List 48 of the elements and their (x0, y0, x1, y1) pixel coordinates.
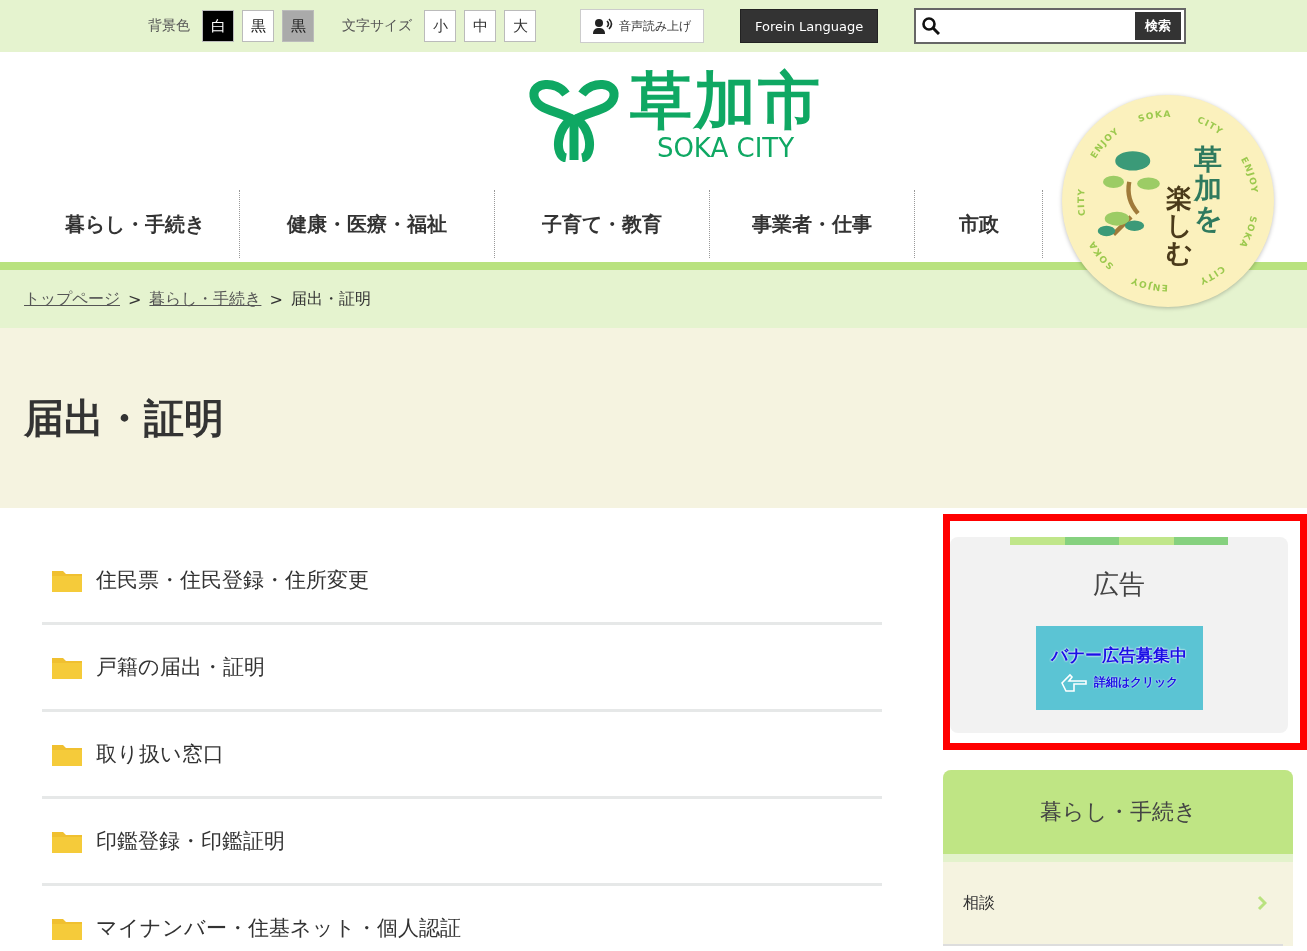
badge-title: 草加を (1194, 145, 1222, 237)
category-link[interactable]: 住民票・住民登録・住所変更 (42, 538, 882, 625)
search-field[interactable]: 検索 (914, 8, 1187, 44)
banner-subtext: 詳細はクリック (1094, 674, 1178, 691)
category-link[interactable]: 戸籍の届出・証明 (42, 625, 882, 712)
breadcrumb-separator: > (128, 289, 142, 309)
badge-title: 楽しむ (1166, 185, 1192, 267)
search-button[interactable]: 検索 (1135, 12, 1182, 40)
nav-link[interactable]: 事業者・仕事 (710, 190, 915, 258)
folder-icon (52, 916, 82, 940)
side-menu-link[interactable]: 相談 (943, 862, 1283, 946)
background-color-button[interactable]: 黒 (242, 10, 274, 42)
ad-banner[interactable]: バナー広告募集中 詳細はクリック (1035, 626, 1203, 710)
font-size-button[interactable]: 中 (464, 10, 496, 42)
logo-title: 草加市 (629, 70, 822, 132)
nav-link[interactable]: 市政 (915, 190, 1043, 258)
breadcrumb-link[interactable]: 暮らし・手続き (149, 288, 262, 310)
read-aloud-button[interactable]: 音声読み上げ (580, 9, 704, 43)
background-color-button[interactable]: 黒 (282, 10, 314, 42)
page-title: 届出・証明 (24, 393, 224, 443)
ad-title: 広告 (1093, 568, 1145, 601)
folder-icon (52, 655, 82, 679)
font-size-label: 文字サイズ (342, 17, 412, 35)
badge-ring-word: SOKA (1136, 109, 1172, 124)
breadcrumb-link[interactable]: トップページ (24, 288, 120, 310)
folder-icon (52, 568, 82, 592)
folder-icon (52, 742, 82, 766)
font-size-button[interactable]: 小 (424, 10, 456, 42)
background-color-label: 背景色 (148, 17, 190, 35)
nav-link[interactable]: 子育て・教育 (495, 190, 710, 258)
nav-link[interactable]: 健康・医療・福祉 (240, 190, 495, 258)
side-menu-title: 暮らし・手続き (943, 770, 1293, 862)
category-link[interactable]: マイナンバー・住基ネット・個人認証 (42, 886, 882, 951)
logo-subtitle: SOKA CITY (656, 134, 795, 163)
category-link[interactable]: 印鑑登録・印鑑証明 (42, 799, 882, 886)
chevron-right-icon (1257, 895, 1267, 911)
folder-icon (52, 829, 82, 853)
breadcrumb-separator: > (269, 289, 283, 309)
background-color-button[interactable]: 白 (202, 10, 234, 42)
badge-ring-word: ENJOY (1129, 275, 1169, 294)
banner-headline: バナー広告募集中 (1051, 643, 1187, 667)
search-icon (922, 17, 941, 35)
font-size-button[interactable]: 大 (504, 10, 536, 42)
speaker-person-icon (593, 18, 613, 34)
nav-link[interactable]: 暮らし・手続き (30, 190, 240, 258)
language-button[interactable]: Forein Language (740, 9, 879, 43)
breadcrumb-current: 届出・証明 (290, 288, 371, 310)
category-link[interactable]: 取り扱い窓口 (42, 712, 882, 799)
